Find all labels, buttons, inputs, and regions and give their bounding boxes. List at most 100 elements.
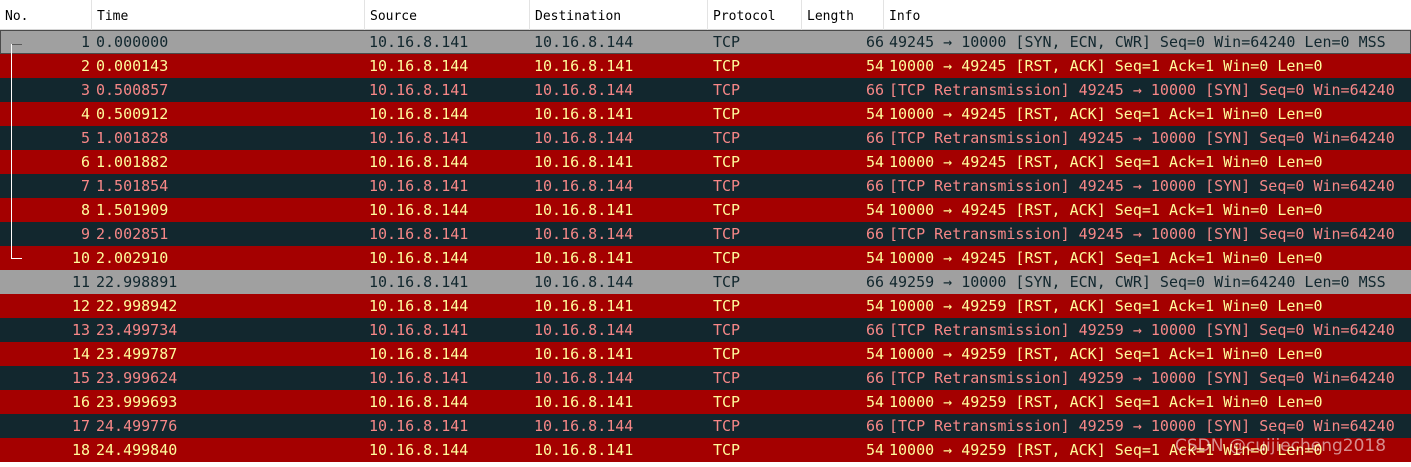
packet-info-cell: 10000 → 49245 [RST, ACK] Seq=1 Ack=1 Win… (889, 57, 1323, 75)
packet-time-cell: 0.500857 (96, 81, 169, 99)
packet-row[interactable]: 8 1.501909 10.16.8.144 10.16.8.141 TCP 54 1000… (0, 198, 1411, 222)
packet-no-cell: 15 (71, 369, 90, 387)
column-header-time[interactable]: Time (92, 0, 365, 30)
packet-destination-cell: 10.16.8.144 (534, 225, 634, 243)
packet-length-cell: 54 (865, 345, 884, 363)
packet-source-cell: 10.16.8.144 (369, 441, 469, 459)
packet-info-cell: [TCP Retransmission] 49245 → 10000 [SYN]… (889, 225, 1395, 243)
packet-time-cell: 24.499840 (96, 441, 178, 459)
packet-source-cell: 10.16.8.141 (369, 273, 469, 291)
packet-destination-cell: 10.16.8.144 (534, 417, 634, 435)
packet-source-cell: 10.16.8.141 (369, 225, 469, 243)
packet-info-cell: [TCP Retransmission] 49245 → 10000 [SYN]… (889, 81, 1395, 99)
packet-protocol-cell: TCP (713, 345, 741, 363)
packet-info-cell: [TCP Retransmission] 49245 → 10000 [SYN]… (889, 129, 1395, 147)
packet-source-cell: 10.16.8.144 (369, 57, 469, 75)
packet-length-cell: 66 (865, 225, 884, 243)
packet-row[interactable]: 4 0.500912 10.16.8.144 10.16.8.141 TCP 54 1000… (0, 102, 1411, 126)
packet-row[interactable]: 3 0.500857 10.16.8.141 10.16.8.144 TCP 66 [TCP… (0, 78, 1411, 102)
packet-info-cell: 10000 → 49245 [RST, ACK] Seq=1 Ack=1 Win… (889, 249, 1323, 267)
packet-row[interactable]: 12 22.998942 10.16.8.144 10.16.8.141 TCP 54 10… (0, 294, 1411, 318)
packet-row[interactable]: 15 23.999624 10.16.8.141 10.16.8.144 TCP 66 [T… (0, 366, 1411, 390)
packet-row[interactable]: 17 24.499776 10.16.8.141 10.16.8.144 TCP 66 [T… (0, 414, 1411, 438)
packet-row[interactable]: 9 2.002851 10.16.8.141 10.16.8.144 TCP 66 [TCP… (0, 222, 1411, 246)
packet-row[interactable]: 10 2.002910 10.16.8.144 10.16.8.141 TCP 54 100… (0, 246, 1411, 270)
packet-info-cell: 10000 → 49259 [RST, ACK] Seq=1 Ack=1 Win… (889, 297, 1323, 315)
packet-no-cell: 8 (80, 201, 90, 219)
conversation-bracket-line (11, 44, 12, 259)
packet-source-cell: 10.16.8.144 (369, 297, 469, 315)
packet-info-cell: 10000 → 49245 [RST, ACK] Seq=1 Ack=1 Win… (889, 153, 1323, 171)
packet-length-cell: 54 (865, 57, 884, 75)
packet-no-cell: 16 (71, 393, 90, 411)
packet-info-cell: 49245 → 10000 [SYN, ECN, CWR] Seq=0 Win=… (889, 33, 1386, 51)
packet-info-cell: [TCP Retransmission] 49259 → 10000 [SYN]… (889, 321, 1395, 339)
packet-destination-cell: 10.16.8.141 (534, 441, 634, 459)
packet-destination-cell: 10.16.8.141 (534, 201, 634, 219)
packet-length-cell: 54 (865, 153, 884, 171)
conversation-bracket-end (11, 258, 22, 259)
packet-info-cell: 10000 → 49259 [RST, ACK] Seq=1 Ack=1 Win… (889, 345, 1323, 363)
packet-time-cell: 23.999693 (96, 393, 178, 411)
packet-destination-cell: 10.16.8.144 (534, 33, 634, 51)
packet-destination-cell: 10.16.8.144 (534, 81, 634, 99)
packet-info-cell: 10000 → 49259 [RST, ACK] Seq=1 Ack=1 Win… (889, 393, 1323, 411)
packet-protocol-cell: TCP (713, 225, 741, 243)
packet-time-cell: 22.998891 (96, 273, 178, 291)
packet-destination-cell: 10.16.8.144 (534, 273, 634, 291)
packet-row[interactable]: 7 1.501854 10.16.8.141 10.16.8.144 TCP 66 [TCP… (0, 174, 1411, 198)
packet-no-cell: 7 (80, 177, 90, 195)
packet-no-cell: 2 (80, 57, 90, 75)
packet-protocol-cell: TCP (713, 417, 741, 435)
packet-destination-cell: 10.16.8.141 (534, 105, 634, 123)
packet-row[interactable]: 2 0.000143 10.16.8.144 10.16.8.141 TCP 54 1000… (0, 54, 1411, 78)
packet-length-cell: 54 (865, 249, 884, 267)
column-header-protocol[interactable]: Protocol (708, 0, 802, 30)
packet-row[interactable]: 13 23.499734 10.16.8.141 10.16.8.144 TCP 66 [T… (0, 318, 1411, 342)
packet-source-cell: 10.16.8.144 (369, 153, 469, 171)
packet-no-cell: 4 (80, 105, 90, 123)
packet-length-cell: 66 (865, 81, 884, 99)
packet-length-cell: 66 (865, 33, 884, 51)
column-header-destination[interactable]: Destination (530, 0, 708, 30)
packet-destination-cell: 10.16.8.141 (534, 57, 634, 75)
packet-info-cell: [TCP Retransmission] 49259 → 10000 [SYN]… (889, 417, 1395, 435)
packet-time-cell: 22.998942 (96, 297, 178, 315)
column-header-source[interactable]: Source (365, 0, 530, 30)
packet-time-cell: 1.001828 (96, 129, 169, 147)
packet-row[interactable]: 11 22.998891 10.16.8.141 10.16.8.144 TCP 66 49… (0, 270, 1411, 294)
packet-row[interactable]: 5 1.001828 10.16.8.141 10.16.8.144 TCP 66 [TCP… (0, 126, 1411, 150)
column-header-no[interactable]: No. (0, 0, 92, 30)
packet-length-cell: 54 (865, 441, 884, 459)
packet-no-cell: 3 (80, 81, 90, 99)
packet-info-cell: 10000 → 49245 [RST, ACK] Seq=1 Ack=1 Win… (889, 201, 1323, 219)
packet-destination-cell: 10.16.8.141 (534, 345, 634, 363)
packet-source-cell: 10.16.8.141 (369, 321, 469, 339)
packet-protocol-cell: TCP (713, 57, 741, 75)
packet-length-cell: 66 (865, 417, 884, 435)
packet-info-cell: 10000 → 49245 [RST, ACK] Seq=1 Ack=1 Win… (889, 105, 1323, 123)
packet-protocol-cell: TCP (713, 105, 741, 123)
packet-time-cell: 0.000000 (96, 33, 169, 51)
packet-list-header: No. Time Source Destination Protocol Len… (0, 0, 1411, 30)
packet-source-cell: 10.16.8.141 (369, 33, 469, 51)
packet-row[interactable]: 16 23.999693 10.16.8.144 10.16.8.141 TCP 54 10… (0, 390, 1411, 414)
packet-no-cell: 12 (71, 297, 90, 315)
packet-source-cell: 10.16.8.141 (369, 81, 469, 99)
packet-row[interactable]: 1 0.000000 10.16.8.141 10.16.8.144 TCP 66 4924… (0, 30, 1411, 54)
packet-source-cell: 10.16.8.141 (369, 129, 469, 147)
packet-protocol-cell: TCP (713, 153, 741, 171)
packet-length-cell: 66 (865, 321, 884, 339)
packet-no-cell: 9 (80, 225, 90, 243)
column-header-length[interactable]: Length (802, 0, 884, 30)
packet-row[interactable]: 14 23.499787 10.16.8.144 10.16.8.141 TCP 54 10… (0, 342, 1411, 366)
packet-time-cell: 24.499776 (96, 417, 178, 435)
watermark: CSDN @cuijiecheng2018 (1175, 436, 1387, 456)
column-header-info[interactable]: Info (884, 0, 1411, 30)
packet-length-cell: 54 (865, 393, 884, 411)
packet-time-cell: 1.001882 (96, 153, 169, 171)
packet-row[interactable]: 6 1.001882 10.16.8.144 10.16.8.141 TCP 54 1000… (0, 150, 1411, 174)
packet-destination-cell: 10.16.8.141 (534, 249, 634, 267)
packet-source-cell: 10.16.8.141 (369, 177, 469, 195)
packet-destination-cell: 10.16.8.144 (534, 129, 634, 147)
